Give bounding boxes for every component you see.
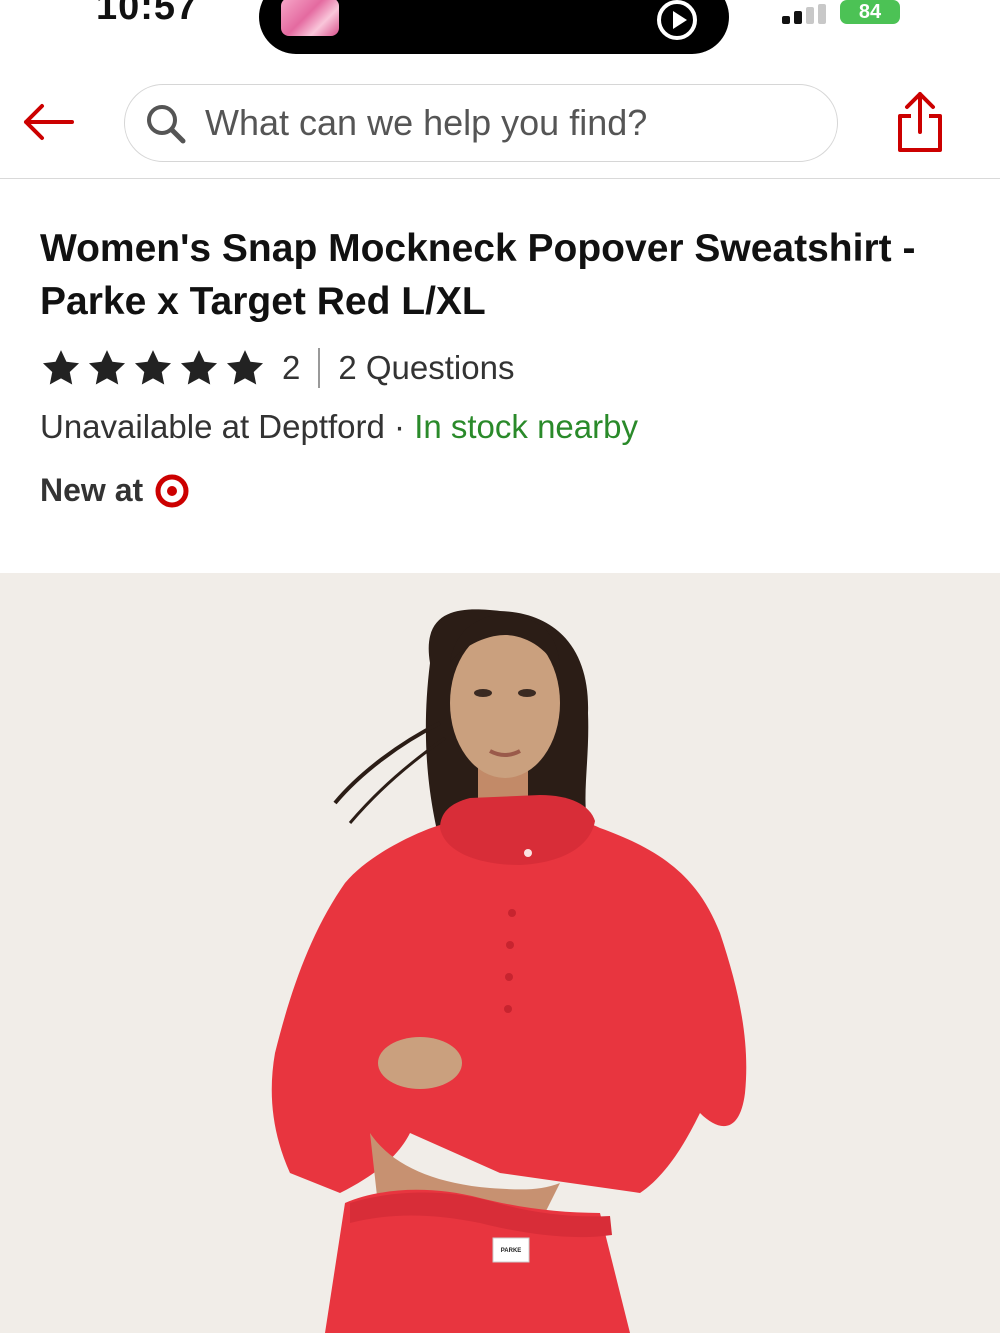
star-icon — [88, 350, 126, 385]
rating-row[interactable]: 2 2 Questions — [40, 346, 514, 390]
status-bar: 10:57 84 — [0, 0, 1000, 62]
status-time: 10:57 — [96, 0, 199, 28]
arrow-left-icon — [24, 104, 74, 140]
search-icon — [147, 105, 186, 144]
new-at-badge: New at — [40, 472, 189, 509]
rating-divider — [318, 348, 321, 388]
availability-separator: · — [384, 408, 415, 445]
star-icon — [42, 350, 80, 385]
star-icon — [180, 350, 218, 385]
waistband-label: PARKE — [501, 1248, 522, 1254]
availability-line: Unavailable at Deptford · In stock nearb… — [40, 408, 638, 446]
star-icon — [134, 350, 172, 385]
star-rating[interactable] — [40, 347, 266, 389]
battery-indicator: 84 — [840, 0, 900, 24]
back-button[interactable] — [18, 98, 78, 146]
product-title: Women's Snap Mockneck Popover Sweatshirt… — [40, 227, 916, 323]
product-image[interactable]: PARKE — [0, 573, 1000, 1333]
star-icon — [226, 350, 264, 385]
search-bar[interactable] — [124, 84, 838, 162]
store-availability[interactable]: Unavailable at Deptford — [40, 408, 385, 445]
review-count[interactable]: 2 — [282, 349, 300, 387]
signal-icon — [782, 4, 828, 24]
questions-link[interactable]: 2 Questions — [338, 349, 514, 387]
in-stock-nearby-link[interactable]: In stock nearby — [414, 408, 638, 445]
dynamic-island[interactable] — [259, 0, 729, 54]
search-header — [0, 62, 1000, 179]
now-playing-thumbnail — [281, 0, 339, 36]
play-icon[interactable] — [657, 0, 697, 40]
share-icon — [898, 92, 942, 152]
share-button[interactable] — [890, 88, 950, 156]
search-input[interactable] — [205, 85, 805, 161]
model-photo: PARKE — [0, 573, 1000, 1333]
target-logo-icon — [155, 474, 189, 507]
new-at-label: New at — [40, 472, 144, 508]
